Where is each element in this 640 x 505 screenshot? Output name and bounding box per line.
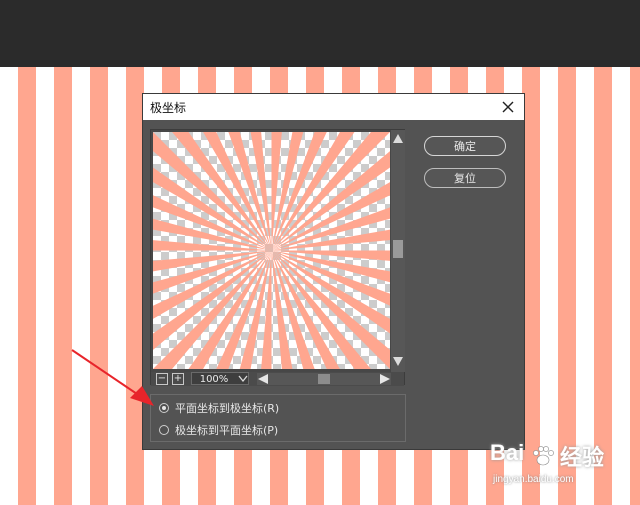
radio-polar-to-rect[interactable]	[159, 425, 169, 435]
preview-panel: − + 100%	[150, 129, 405, 386]
ok-button[interactable]: 确定	[424, 136, 506, 156]
watermark-brand-suffix: 经验	[560, 445, 605, 470]
reset-button[interactable]: 复位	[424, 168, 506, 188]
option-label: 极坐标到平面坐标(P)	[175, 424, 279, 437]
close-button[interactable]	[498, 97, 518, 117]
conversion-options: 平面坐标到极坐标(R) 极坐标到平面坐标(P)	[150, 394, 406, 442]
option-label: 平面坐标到极坐标(R)	[175, 402, 280, 415]
zoom-bar: − + 100%	[151, 372, 404, 386]
scroll-up-icon[interactable]	[392, 132, 404, 144]
scroll-right-icon[interactable]	[379, 373, 391, 385]
zoom-in-icon: +	[173, 373, 183, 384]
close-icon	[502, 101, 514, 113]
dialog-titlebar: 极坐标	[143, 94, 524, 120]
filter-preview[interactable]	[153, 132, 390, 369]
dialog-title: 极坐标	[150, 101, 187, 115]
vertical-scroll-thumb[interactable]	[393, 240, 403, 258]
scroll-down-icon[interactable]	[392, 356, 404, 368]
paw-logo-icon	[533, 446, 554, 466]
horizontal-scroll-thumb[interactable]	[318, 374, 330, 384]
zoom-in-button[interactable]: +	[172, 373, 184, 385]
radio-rect-to-polar[interactable]	[159, 403, 169, 413]
app-top-bar	[0, 0, 640, 67]
polar-coordinates-dialog: 极坐标 − + 100% 确定 复位 平面坐标到极坐标(R) 极坐标到平面坐标(…	[142, 93, 525, 450]
horizontal-scrollbar[interactable]	[257, 373, 391, 385]
red-arrow-annotation	[71, 349, 154, 406]
option-rect-to-polar[interactable]: 平面坐标到极坐标(R)	[159, 399, 279, 417]
watermark-brand: Bai	[490, 440, 525, 465]
vertical-scrollbar[interactable]	[391, 130, 405, 372]
option-polar-to-rect[interactable]: 极坐标到平面坐标(P)	[159, 421, 278, 439]
preview-image	[153, 132, 390, 369]
scroll-left-icon[interactable]	[257, 373, 269, 385]
chevron-down-icon[interactable]	[237, 372, 249, 385]
watermark-url: jingyan.baidu.com	[493, 474, 574, 485]
zoom-level: 100%	[199, 374, 229, 385]
